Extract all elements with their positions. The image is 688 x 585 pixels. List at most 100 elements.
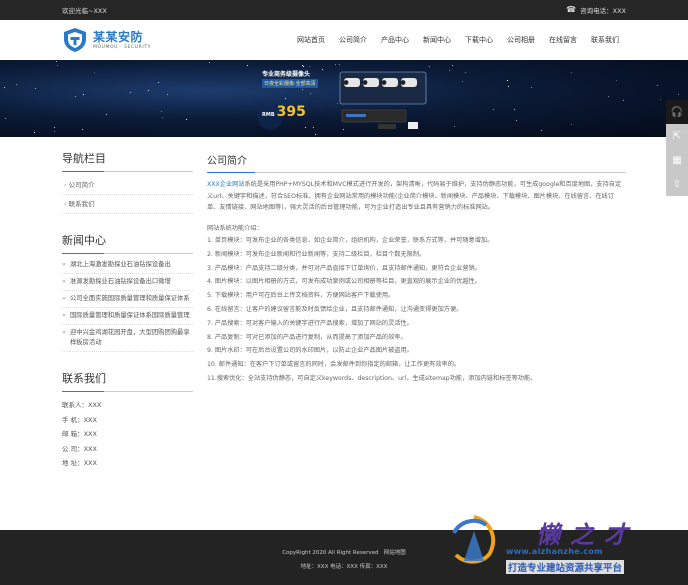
banner-promo-title: 专业商务级摄像头 <box>262 71 311 78</box>
top-bar: 欢迎光临~XXX ☎ 咨询电话：XXX <box>0 0 688 20</box>
phone-icon: ☎ <box>566 5 577 14</box>
features-title: 网站系统功能介绍： <box>207 224 263 232</box>
banner-star <box>315 134 316 135</box>
contact-mobile: 手 机：XXX <box>62 415 97 424</box>
banner-star <box>247 65 248 66</box>
qrcode-icon[interactable]: ▦ <box>666 148 688 172</box>
hero-banner[interactable]: 专业商务级摄像头 日夜全彩摄像·全部高清 RMB 395 <box>0 60 688 137</box>
banner-star <box>130 92 131 93</box>
feature-item: 1. 单页模块：可发布企业的各类信息，如企业简介，组织机构，企业荣誉，联系方式等… <box>207 237 494 244</box>
feature-item: 5. 下载模块：用户可在后台上传文档资料，方便网站客户下载使用。 <box>207 292 395 300</box>
nav-contact[interactable]: 联系我们 <box>584 20 626 60</box>
intro-link[interactable]: XXX企业网站 <box>207 181 244 188</box>
banner-star <box>462 81 463 82</box>
sidebar-item-contact[interactable]: 联系我们 <box>62 195 193 214</box>
nav-album[interactable]: 公司相册 <box>500 20 542 60</box>
banner-price: RMB 395 <box>262 104 306 120</box>
banner-star <box>571 72 572 73</box>
banner-star <box>454 126 455 127</box>
banner-star <box>35 88 36 89</box>
banner-star <box>608 96 609 97</box>
header: 某某安防 MOUMOU · SECURITY 网站首页 公司简介 产品中心 新闻… <box>0 20 688 60</box>
banner-star <box>531 87 532 88</box>
main-content: 公司简介 XXX企业网站系统是采用PHP+MYSQL技术和MVC模式进行开发的，… <box>207 137 626 386</box>
nav-guestbook[interactable]: 在线留言 <box>542 20 584 60</box>
logo-name-en: MOUMOU · SECURITY <box>93 44 152 50</box>
share-icon[interactable]: ⇱ <box>666 124 688 148</box>
customer-service-icon[interactable]: 🎧 <box>666 100 688 124</box>
feature-item: 7. 产品搜索：可对客户输入的关键字进行产品搜索，增加了网站的灵活性。 <box>207 319 413 327</box>
sidebar-item-about[interactable]: 公司简介 <box>62 176 193 195</box>
main-nav: 网站首页 公司简介 产品中心 新闻中心 下载中心 公司相册 在线留言 联系我们 <box>290 20 626 60</box>
banner-star <box>657 85 658 86</box>
banner-star <box>493 109 494 110</box>
feature-item: 9. 图片水印：可在后台设置公司的水印图片，以防止企业产品图片被盗用。 <box>207 347 413 355</box>
news-item[interactable]: 迎中兴金鸡湖花园开盘，大型团购团购最享样板房活动 <box>62 325 193 352</box>
nav-downloads[interactable]: 下载中心 <box>458 20 500 60</box>
banner-star <box>5 118 6 119</box>
banner-star <box>148 90 149 91</box>
news-item[interactable]: 准源发勘探业石油钻探设备出口微增 <box>62 274 193 291</box>
banner-star <box>106 114 107 115</box>
banner-star <box>167 94 168 95</box>
banner-star <box>516 120 517 121</box>
banner-star <box>57 65 58 66</box>
feature-item: 6. 在线留言：让客户的建议留言能及时反馈给企业，且支持邮件通知，让沟通变得更加… <box>207 305 463 313</box>
news-item[interactable]: 国际质量管理和质量保证体系国际质量管理 <box>62 308 193 325</box>
floating-toolbar: 🎧 ⇱ ▦ ⇧ <box>666 100 688 196</box>
watermark-logo-icon <box>452 515 496 564</box>
banner-star <box>4 87 5 88</box>
banner-star <box>514 109 515 110</box>
feature-item: 10. 邮件通知：在客户下订单或留言的同时，会发邮件到你指定的邮箱，让工作更有效… <box>207 361 461 369</box>
nav-section-title: 导航栏目 <box>62 150 193 172</box>
news-item[interactable]: 公司全面实施国际质量管理和质量保证体系 <box>62 291 193 308</box>
site-logo[interactable]: 某某安防 MOUMOU · SECURITY <box>62 27 151 53</box>
banner-star <box>335 64 336 65</box>
nav-news[interactable]: 新闻中心 <box>416 20 458 60</box>
sidebar: 导航栏目 公司简介 联系我们 新闻中心 湖北上海激发勘探业石油钻探设备出 准源发… <box>62 137 193 471</box>
shield-logo-icon <box>64 28 86 52</box>
phone-text: 咨询电话：XXX <box>580 7 626 15</box>
news-section: 新闻中心 湖北上海激发勘探业石油钻探设备出 准源发勘探业石油钻探设备出口微增 公… <box>62 232 193 352</box>
watermark-slogan: 打造专业建站资源共享平台 <box>506 560 625 574</box>
banner-star <box>339 64 340 65</box>
contact-section: 联系我们 联系人：XXX 手 机：XXX 邮 箱：XXX 公 司：XXX 地 址… <box>62 370 193 471</box>
nav-section: 导航栏目 公司简介 联系我们 <box>62 150 193 214</box>
back-to-top-icon[interactable]: ⇧ <box>666 172 688 196</box>
banner-star <box>34 132 35 133</box>
banner-star <box>54 127 55 128</box>
contact-email: 邮 箱：XXX <box>62 430 97 438</box>
banner-promo-subtitle: 日夜全彩摄像·全部高清 <box>262 79 318 88</box>
watermark-url: www.aizhanzhe.com <box>506 547 603 556</box>
feature-item: 3. 产品模块：产品支持二级分类，并可对产品直接下订单询价，且支持邮件通知，更符… <box>207 264 481 272</box>
banner-star <box>465 72 466 73</box>
banner-star <box>83 94 84 95</box>
nav-products[interactable]: 产品中心 <box>374 20 416 60</box>
nav-home[interactable]: 网站首页 <box>290 20 332 60</box>
banner-star <box>161 111 162 112</box>
banner-star <box>56 61 57 62</box>
copyright-text: CopyRight 2020 All Right Reserved <box>282 550 379 556</box>
feature-item: 8. 产品复制：可对已添加的产品进行复制，从而提高了添加产品的效率。 <box>207 333 407 341</box>
banner-star <box>623 100 624 101</box>
watermark-name: 懒之才 <box>536 521 638 549</box>
banner-star <box>82 129 83 130</box>
contact-address: 地 址：XXX <box>62 459 97 467</box>
contact-person: 联系人：XXX <box>62 401 102 409</box>
watermark: 懒之才 www.aizhanzhe.com 打造专业建站资源共享平台 <box>446 513 682 579</box>
banner-star <box>158 82 159 83</box>
banner-star <box>75 96 76 97</box>
banner-star <box>452 65 453 66</box>
banner-star <box>449 70 450 71</box>
banner-star <box>541 130 542 131</box>
page-title: 公司简介 <box>207 152 626 173</box>
logo-name-cn: 某某安防 <box>93 29 144 44</box>
nav-about[interactable]: 公司简介 <box>332 20 374 60</box>
banner-star <box>94 72 95 73</box>
banner-star <box>571 124 572 125</box>
sitemap-link[interactable]: 网站地图 <box>384 550 406 556</box>
banner-star <box>678 94 679 95</box>
news-item[interactable]: 湖北上海激发勘探业石油钻探设备出 <box>62 257 193 274</box>
intro-paragraph: XXX企业网站系统是采用PHP+MYSQL技术和MVC模式进行开发的，架构清晰，… <box>207 181 622 211</box>
feature-item: 4. 图片模块：以图片相册的方式，可发布成功案例或公司相册等栏目，更直观的展示企… <box>207 278 481 286</box>
